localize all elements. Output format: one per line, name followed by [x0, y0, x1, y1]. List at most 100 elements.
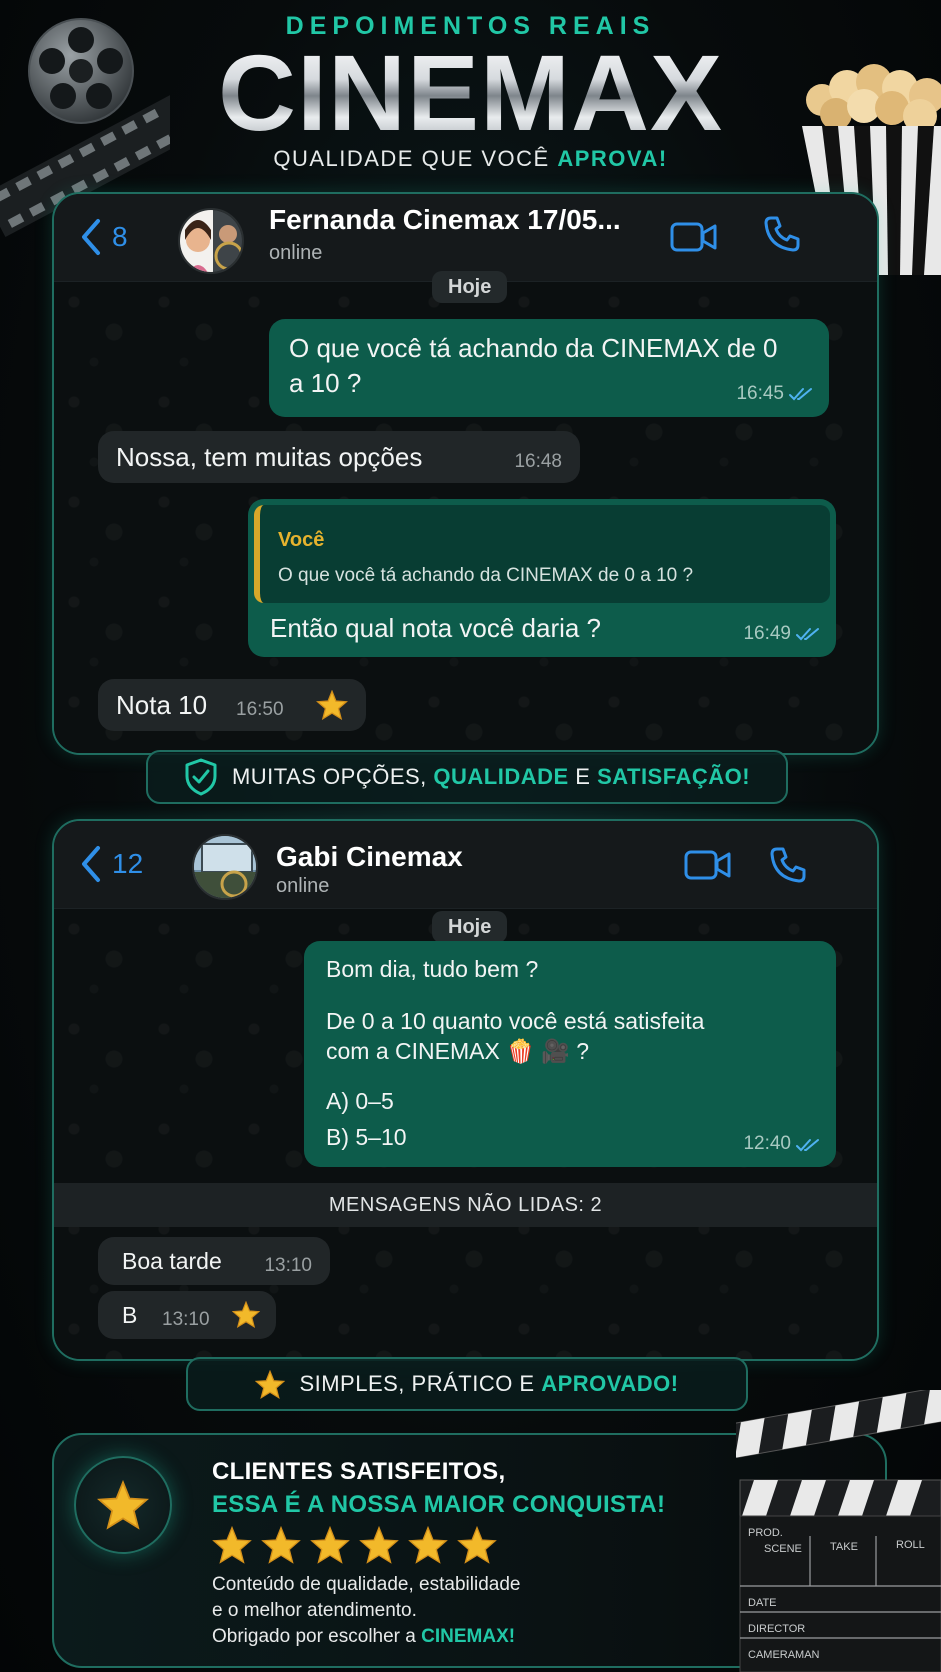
message-meta: 12:40 [743, 1132, 820, 1157]
contact-status: online [276, 875, 330, 897]
back-button[interactable]: 12 [80, 845, 143, 883]
clapper-label-cameraman: CAMERAMAN [748, 1649, 820, 1661]
incoming-message[interactable]: Boa tarde 13:10 [98, 1237, 330, 1285]
poll-option-b: B) 5–10 [326, 1124, 407, 1150]
message-time: 13:10 [162, 1309, 210, 1331]
avatar[interactable] [192, 834, 258, 900]
quote-author: Você [278, 529, 325, 551]
outgoing-poll-message[interactable]: Bom dia, tudo bem ? De 0 a 10 quanto voc… [304, 941, 836, 1167]
rating-star-icon [359, 1526, 399, 1564]
incoming-message[interactable]: B 13:10 [98, 1291, 276, 1339]
badge-text: SIMPLES, PRÁTICO E APROVADO! [299, 1371, 678, 1397]
body-line-3: Obrigado por escolher a CINEMAX! [212, 1624, 520, 1650]
message-question-line2: com a CINEMAX 🍿 🎥 ? [326, 1038, 590, 1064]
clapper-label-date: DATE [748, 1597, 777, 1609]
unread-count: 12 [112, 848, 144, 879]
video-call-icon[interactable] [684, 849, 732, 881]
satisfaction-title: CLIENTES SATISFEITOS, [212, 1458, 506, 1485]
incoming-message[interactable]: Nossa, tem muitas opções 16:48 [98, 431, 580, 483]
message-time: 16:48 [514, 451, 562, 473]
chat-card-fernanda: 8 Fernanda Cinemax 17/05... online Hoje … [52, 192, 879, 755]
clapper-label-scene: SCENE [764, 1543, 802, 1555]
clapper-label-take: TAKE [830, 1541, 858, 1553]
poll-option-a: A) 0–5 [326, 1088, 394, 1114]
message-time: 13:10 [264, 1255, 312, 1277]
day-separator: Hoje [432, 271, 508, 303]
star-icon [255, 1369, 286, 1399]
message-text: O que você tá achando da CINEMAX de 0 a … [289, 333, 778, 399]
outgoing-reply-message[interactable]: Você O que você tá achando da CINEMAX de… [248, 499, 836, 657]
incoming-message[interactable]: Nota 10 16:50 [98, 679, 366, 731]
video-call-icon[interactable] [670, 221, 718, 253]
message-time: 16:45 [736, 383, 784, 405]
message-meta: 16:49 [743, 621, 820, 647]
tagline-text: QUALIDADE QUE VOCÊ [273, 146, 558, 171]
avatar-image [194, 836, 256, 898]
contact-name[interactable]: Fernanda Cinemax 17/05... [269, 204, 621, 236]
satisfaction-subtitle: ESSA É A NOSSA MAIOR CONQUISTA! [212, 1491, 666, 1518]
highlight-badge-quality: MUITAS OPÇÕES, QUALIDADE E SATISFAÇÃO! [146, 750, 788, 804]
clapperboard-icon: PROD. SCENE TAKE ROLL DATE DIRECTOR CAME… [736, 1390, 941, 1672]
badge-prefix: MUITAS OPÇÕES, [231, 764, 434, 789]
brand-logo: CINEMAX [0, 33, 941, 153]
message-time: 16:49 [743, 623, 791, 645]
rating-star-icon [261, 1526, 301, 1564]
rating-star-icon [408, 1526, 448, 1564]
shield-check-icon [185, 758, 217, 796]
brand-mention: CINEMAX! [421, 1626, 516, 1647]
badge-accent-quality: QUALIDADE [433, 764, 569, 789]
contact-name[interactable]: Gabi Cinemax [276, 841, 463, 873]
message-text: Nota 10 [116, 690, 208, 720]
quoted-message[interactable]: Você O que você tá achando da CINEMAX de… [254, 505, 830, 603]
message-text: Nossa, tem muitas opções [116, 442, 423, 472]
star-icon [97, 1480, 149, 1530]
contact-status: online [269, 242, 323, 264]
back-button[interactable]: 8 [80, 218, 128, 256]
star-emoji-icon [232, 1301, 260, 1328]
phone-call-icon[interactable] [768, 845, 808, 885]
clapper-label-prod: PROD. [748, 1527, 783, 1539]
star-medal [74, 1456, 172, 1554]
avatar-image [180, 210, 242, 272]
read-receipt-icon [796, 628, 819, 641]
body-line-1: Conteúdo de qualidade, estabilidade [212, 1574, 521, 1595]
rating-star-icon [212, 1526, 252, 1564]
chat-card-gabi: 12 Gabi Cinemax online Hoje Bom dia, tud… [52, 819, 879, 1361]
clapper-label-director: DIRECTOR [748, 1623, 805, 1635]
badge-prefix: SIMPLES, PRÁTICO E [299, 1371, 542, 1396]
quote-text: O que você tá achando da CINEMAX de 0 a … [278, 565, 694, 586]
satisfaction-body: Conteúdo de qualidade, estabilidade e o … [212, 1572, 520, 1650]
tagline-accent: APROVA! [557, 146, 668, 171]
rating-star-icon [310, 1526, 350, 1564]
rating-star-icon [457, 1526, 497, 1564]
badge-mid: E [568, 764, 598, 789]
day-separator: Hoje [432, 911, 508, 943]
unread-messages-divider: MENSAGENS NÃO LIDAS: 2 [54, 1183, 877, 1227]
chat-header: 8 Fernanda Cinemax 17/05... online [54, 194, 877, 282]
highlight-badge-approved: SIMPLES, PRÁTICO E APROVADO! [186, 1357, 748, 1411]
read-receipt-icon [796, 1138, 819, 1152]
message-question-line1: De 0 a 10 quanto você está satisfeita [326, 1008, 705, 1034]
message-greeting: Bom dia, tudo bem ? [326, 956, 539, 982]
message-text: Boa tarde [122, 1248, 222, 1274]
star-rating [212, 1526, 497, 1564]
chevron-left-icon [82, 219, 100, 255]
chat-header: 12 Gabi Cinemax online [54, 821, 877, 909]
badge-accent-satisfaction: SATISFAÇÃO! [597, 764, 751, 789]
read-receipt-icon [789, 388, 812, 401]
chevron-left-icon [82, 846, 100, 882]
message-meta: 16:45 [736, 381, 813, 407]
body-line-3-text: Obrigado por escolher a [212, 1626, 422, 1647]
unread-count: 8 [112, 221, 128, 252]
body-line-2: e o melhor atendimento. [212, 1600, 417, 1621]
outgoing-message[interactable]: O que você tá achando da CINEMAX de 0 a … [269, 319, 829, 417]
clapper-label-roll: ROLL [896, 1539, 925, 1551]
avatar[interactable] [178, 208, 244, 274]
message-time: 12:40 [743, 1133, 791, 1155]
header-tagline: QUALIDADE QUE VOCÊ APROVA! [0, 146, 941, 172]
badge-text: MUITAS OPÇÕES, QUALIDADE E SATISFAÇÃO! [232, 764, 750, 790]
badge-accent-approved: APROVADO! [541, 1371, 679, 1396]
phone-call-icon[interactable] [762, 214, 802, 254]
message-text: Então qual nota você daria ? [270, 613, 602, 643]
message-text: B [122, 1302, 138, 1328]
